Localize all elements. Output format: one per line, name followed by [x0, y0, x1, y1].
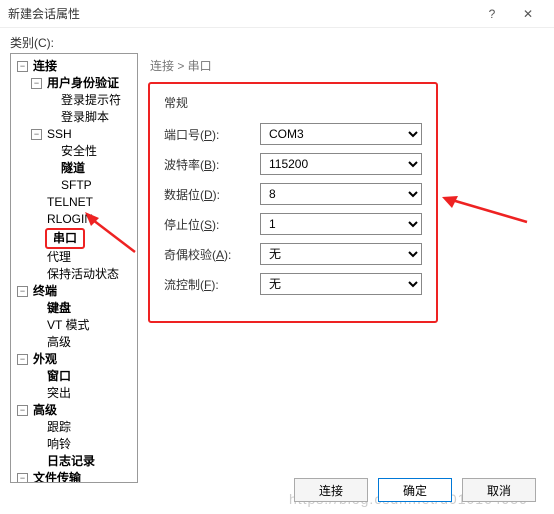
- tree-bell[interactable]: 响铃: [45, 436, 73, 453]
- tree-log[interactable]: 日志记录: [45, 453, 97, 470]
- flowctrl-label: 流控制(F):: [164, 276, 260, 293]
- tree-proxy[interactable]: 代理: [45, 249, 73, 266]
- databits-select[interactable]: 8: [260, 183, 422, 205]
- port-label: 端口号(P):: [164, 126, 260, 143]
- tree-trace[interactable]: 跟踪: [45, 419, 73, 436]
- tree-login-script[interactable]: 登录脚本: [59, 109, 111, 126]
- collapse-icon[interactable]: −: [17, 473, 28, 483]
- parity-label: 奇偶校验(A):: [164, 246, 260, 263]
- tree-advanced[interactable]: 高级: [31, 402, 59, 419]
- stopbits-label: 停止位(S):: [164, 216, 260, 233]
- tree-window[interactable]: 窗口: [45, 368, 73, 385]
- flowctrl-select[interactable]: 无: [260, 273, 422, 295]
- window-title: 新建会话属性: [8, 5, 474, 22]
- tree-auth[interactable]: 用户身份验证: [45, 75, 121, 92]
- tree-connection[interactable]: 连接: [31, 58, 59, 75]
- tree-terminal[interactable]: 终端: [31, 283, 59, 300]
- parity-select[interactable]: 无: [260, 243, 422, 265]
- tree-keepalive[interactable]: 保持活动状态: [45, 266, 121, 283]
- connect-button[interactable]: 连接: [294, 478, 368, 502]
- tree-ssh-security[interactable]: 安全性: [59, 143, 99, 160]
- ok-button[interactable]: 确定: [378, 478, 452, 502]
- tree-telnet[interactable]: TELNET: [45, 194, 95, 211]
- tree-ssh[interactable]: SSH: [45, 126, 74, 143]
- serial-settings-panel: 常规 端口号(P): COM3 波特率(B): 115200 数据位(D): 8…: [148, 82, 438, 323]
- port-select[interactable]: COM3: [260, 123, 422, 145]
- tree-login-prompt[interactable]: 登录提示符: [59, 92, 123, 109]
- tree-rlogin[interactable]: RLOGIN: [45, 211, 95, 228]
- tree-appearance[interactable]: 外观: [31, 351, 59, 368]
- collapse-icon[interactable]: −: [17, 405, 28, 416]
- tree-filetransfer[interactable]: 文件传输: [31, 470, 83, 483]
- databits-label: 数据位(D):: [164, 186, 260, 203]
- breadcrumb: 连接 > 串口: [148, 53, 544, 82]
- collapse-icon[interactable]: −: [31, 129, 42, 140]
- help-button[interactable]: ?: [474, 0, 510, 28]
- collapse-icon[interactable]: −: [17, 354, 28, 365]
- collapse-icon[interactable]: −: [31, 78, 42, 89]
- tree-ssh-tunnel[interactable]: 隧道: [59, 160, 87, 177]
- tree-serial[interactable]: 串口: [51, 231, 79, 245]
- collapse-icon[interactable]: −: [17, 61, 28, 72]
- section-title: 常规: [164, 94, 422, 111]
- close-button[interactable]: ✕: [510, 0, 546, 28]
- tree-highlight[interactable]: 突出: [45, 385, 73, 402]
- category-tree[interactable]: −连接 −用户身份验证 登录提示符 登录脚本 −SSH 安全性 隧道 SFTP …: [10, 53, 138, 483]
- category-label: 类别(C):: [0, 28, 554, 53]
- tree-keyboard[interactable]: 键盘: [45, 300, 73, 317]
- stopbits-select[interactable]: 1: [260, 213, 422, 235]
- baud-select[interactable]: 115200: [260, 153, 422, 175]
- tree-vt-mode[interactable]: VT 模式: [45, 317, 91, 334]
- tree-terminal-advanced[interactable]: 高级: [45, 334, 73, 351]
- cancel-button[interactable]: 取消: [462, 478, 536, 502]
- baud-label: 波特率(B):: [164, 156, 260, 173]
- collapse-icon[interactable]: −: [17, 286, 28, 297]
- tree-ssh-sftp[interactable]: SFTP: [59, 177, 94, 194]
